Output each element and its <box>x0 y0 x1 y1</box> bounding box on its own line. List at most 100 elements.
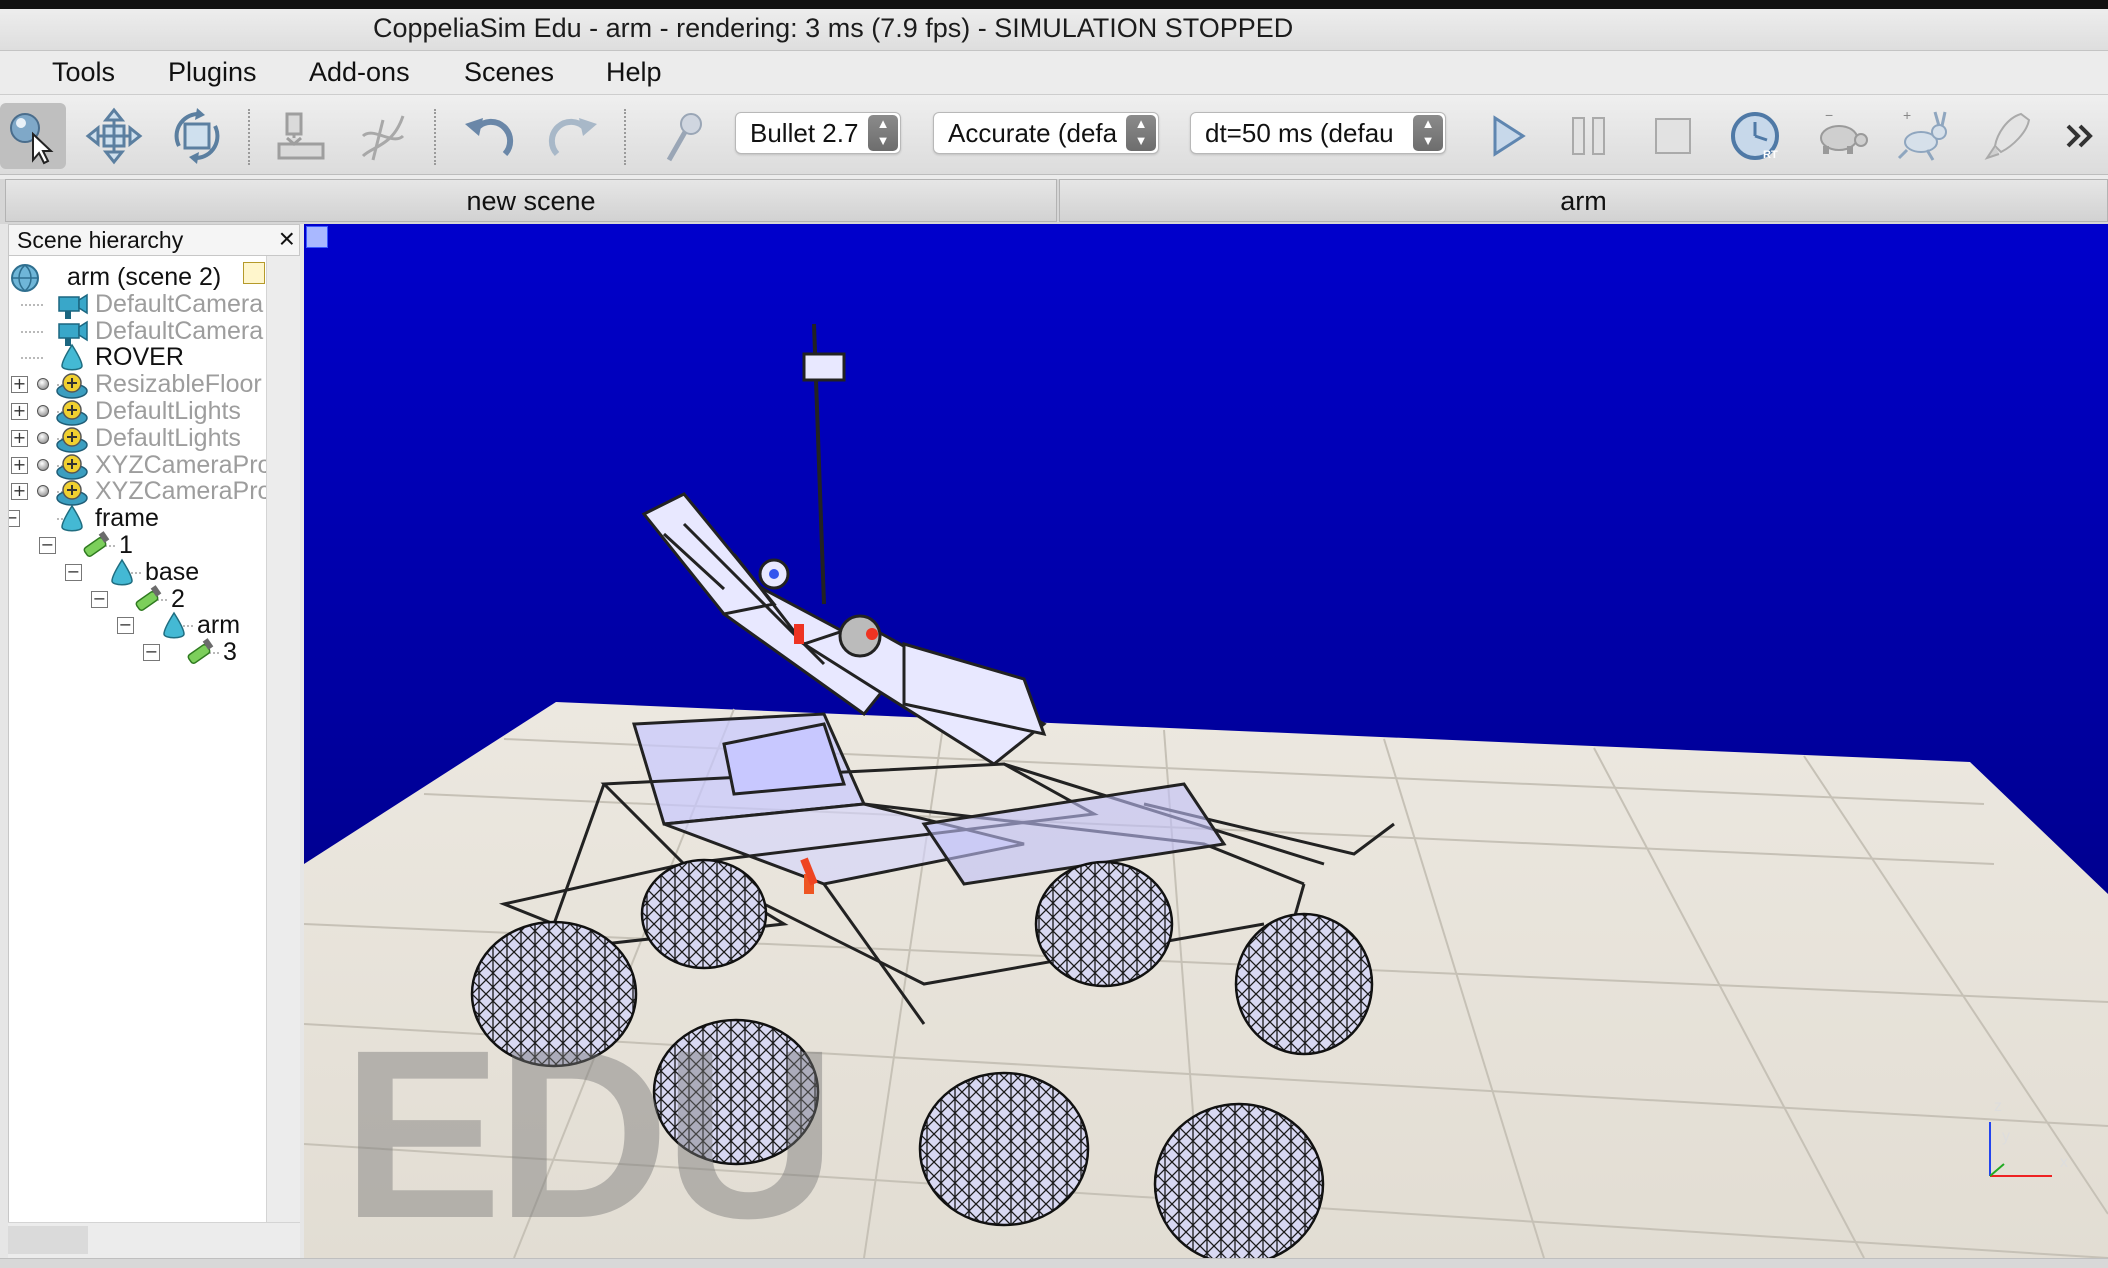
axis-z-label: z <box>1994 1098 2002 1115</box>
collapse-icon[interactable]: − <box>65 563 82 581</box>
camera-pan-button[interactable] <box>0 103 66 169</box>
viewport-toggle-icon[interactable] <box>306 226 328 248</box>
wheel-front-right <box>1234 912 1374 1056</box>
assemble-icon <box>277 112 325 160</box>
visibility-bullet-icon[interactable] <box>37 485 49 498</box>
svg-text:RT: RT <box>1763 149 1778 161</box>
horizontal-scrollbar[interactable] <box>8 1222 300 1258</box>
menu-help[interactable]: Help <box>606 57 662 88</box>
wheel-mid-left <box>640 858 768 970</box>
toolbar-separator <box>434 109 436 165</box>
stop-icon <box>1655 118 1691 154</box>
menu-bar: Tools Plugins Add-ons Scenes Help <box>0 51 2108 95</box>
close-icon[interactable]: × <box>279 223 295 255</box>
vision-sensor-button[interactable] <box>652 103 718 169</box>
transfer-dna-button[interactable] <box>350 103 416 169</box>
axis-x-label: x <box>2060 1154 2068 1171</box>
wheel-mid-right <box>918 1071 1090 1227</box>
spinner-arrows-icon: ▲ ▼ <box>1413 115 1443 151</box>
rocket-icon <box>1984 112 2031 160</box>
title-bar: CoppeliaSim Edu - arm - rendering: 3 ms … <box>0 9 2108 51</box>
vision-sensor-icon <box>666 113 702 162</box>
axis-y-label: y <box>2002 1128 2010 1145</box>
edu-watermark: EDU <box>342 1000 837 1258</box>
wheel-front-center <box>1153 1102 1325 1258</box>
chevron-double-right-icon <box>2066 124 2093 148</box>
undo-button[interactable] <box>456 103 522 169</box>
status-bar <box>0 1258 2108 1268</box>
redo-button[interactable] <box>540 103 606 169</box>
toolbar: Bullet 2.7 ▲ ▼ Accurate (defa ▲ ▼ dt=50 ms… <box>0 95 2108 175</box>
rabbit-icon: + <box>1897 107 1947 161</box>
object-move-button[interactable] <box>81 103 147 169</box>
play-icon <box>1493 115 1526 157</box>
move-icon <box>85 107 143 165</box>
expand-icon[interactable]: + <box>11 456 28 474</box>
pause-icon <box>1572 117 1605 155</box>
scene-hierarchy-tree[interactable]: arm (scene 2) DefaultCamera DefaultCamera R… <box>8 256 266 1222</box>
expand-icon[interactable]: + <box>11 403 28 420</box>
menu-plugins[interactable]: Plugins <box>168 57 257 88</box>
tree-connector <box>21 330 43 333</box>
accuracy-select[interactable]: Accurate (defa ▲ ▼ <box>933 112 1159 154</box>
script-icon[interactable] <box>243 262 265 284</box>
undo-icon <box>465 118 514 157</box>
thread-rendering-button[interactable] <box>1974 103 2040 169</box>
speed-up-button[interactable]: + <box>1890 103 1956 169</box>
wheel-front-left <box>1034 860 1174 988</box>
scene-hierarchy-header: Scene hierarchy × <box>8 223 300 256</box>
toolbar-separator <box>248 109 250 165</box>
slow-down-button[interactable]: − <box>1808 103 1874 169</box>
pause-simulation-button[interactable] <box>1556 103 1622 169</box>
visibility-bullet-icon[interactable] <box>37 405 49 417</box>
visibility-bullet-icon[interactable] <box>37 431 49 444</box>
scene-viewport[interactable]: EDU z y x <box>304 224 2108 1258</box>
physics-engine-select[interactable]: Bullet 2.7 ▲ ▼ <box>735 112 901 154</box>
more-tools-button[interactable] <box>2056 103 2104 169</box>
stop-simulation-button[interactable] <box>1640 103 1706 169</box>
expand-icon[interactable]: + <box>11 376 28 394</box>
scene-tab-bar: new scene arm <box>0 179 2108 224</box>
turtle-icon: − <box>1820 107 1868 154</box>
scene-hierarchy-panel: Scene hierarchy × arm (scene 2) DefaultCa… <box>0 223 304 1258</box>
collapse-icon[interactable]: − <box>39 537 56 554</box>
redo-icon <box>548 118 597 157</box>
toolbar-separator <box>624 109 626 165</box>
tab-arm[interactable]: arm <box>1059 179 2108 222</box>
collapse-icon[interactable]: − <box>91 590 108 608</box>
tab-new-scene[interactable]: new scene <box>5 179 1057 222</box>
real-time-clock-icon: RT <box>1731 112 1779 161</box>
expand-icon[interactable]: + <box>11 429 28 447</box>
svg-text:+: + <box>1903 107 1911 123</box>
tree-connector <box>21 357 43 360</box>
collapse-icon[interactable]: − <box>117 617 134 635</box>
joint-icon <box>183 637 217 669</box>
window-title: CoppeliaSim Edu - arm - rendering: 3 ms … <box>373 13 1294 43</box>
spinner-arrows-icon: ▲ ▼ <box>868 115 898 151</box>
assemble-button[interactable] <box>268 103 334 169</box>
scene-hierarchy-title: Scene hierarchy <box>17 227 184 253</box>
menu-scenes[interactable]: Scenes <box>464 57 554 88</box>
window-top-strip <box>0 0 2108 9</box>
transfer-dna-icon <box>361 115 405 161</box>
spinner-arrows-icon: ▲ ▼ <box>1126 115 1156 151</box>
expand-icon[interactable]: + <box>11 483 28 501</box>
object-rotate-button[interactable] <box>164 103 230 169</box>
visibility-bullet-icon[interactable] <box>37 458 49 471</box>
camera-pan-icon <box>10 113 54 165</box>
tree-node[interactable]: −3 <box>9 635 266 671</box>
svg-text:−: − <box>1825 107 1833 123</box>
menu-tools[interactable]: Tools <box>52 57 115 88</box>
collapse-icon[interactable]: − <box>143 644 160 662</box>
visibility-bullet-icon[interactable] <box>37 378 49 391</box>
timestep-select[interactable]: dt=50 ms (defau ▲ ▼ <box>1190 112 1446 154</box>
physics-engine-value: Bullet 2.7 <box>750 118 859 148</box>
vertical-scrollbar[interactable] <box>266 256 300 1222</box>
scrollbar-thumb[interactable] <box>8 1226 88 1254</box>
collapse-icon[interactable]: − <box>9 510 20 528</box>
tree-connector <box>21 303 43 306</box>
real-time-button[interactable]: RT <box>1724 103 1790 169</box>
menu-add-ons[interactable]: Add-ons <box>309 57 410 88</box>
start-simulation-button[interactable] <box>1474 103 1540 169</box>
accuracy-value: Accurate (defa <box>948 118 1118 148</box>
